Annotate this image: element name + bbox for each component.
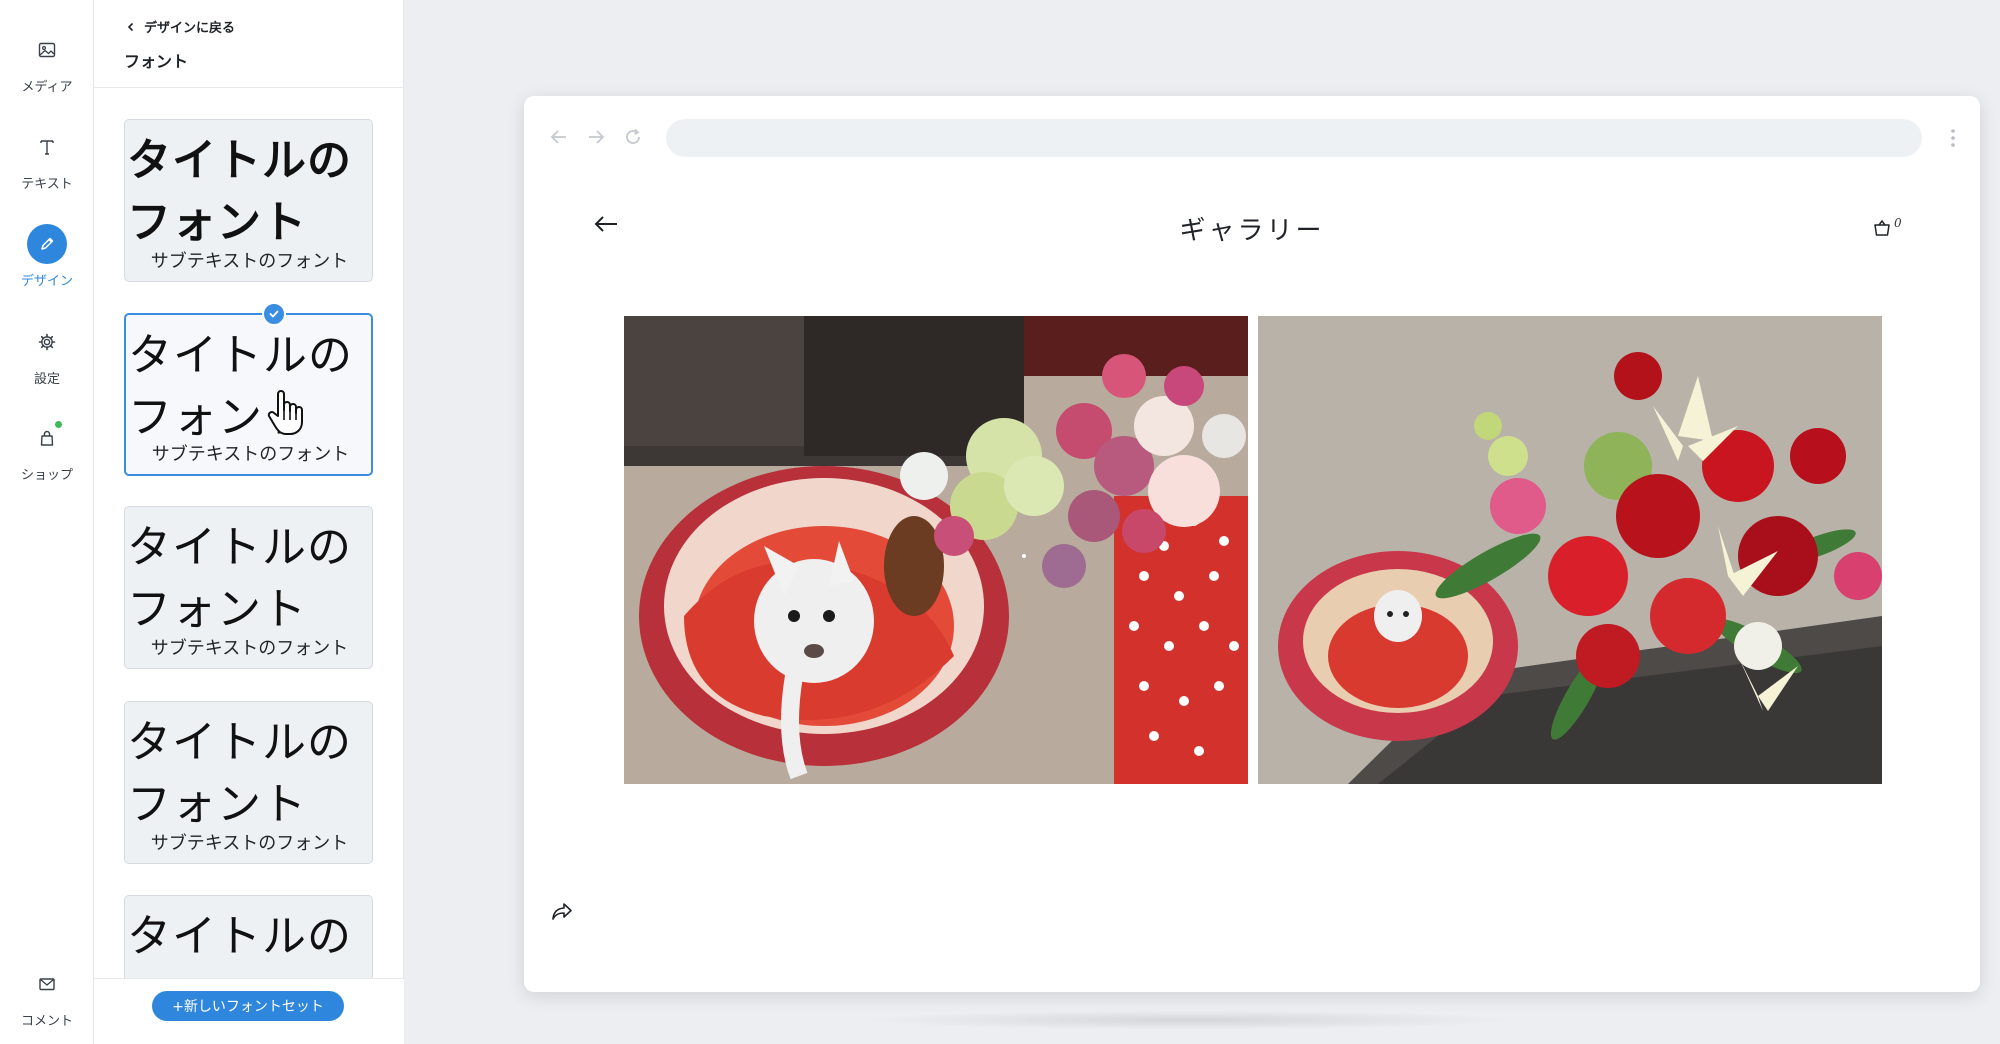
browser-toolbar — [524, 116, 1980, 160]
image-icon — [27, 30, 67, 70]
text-icon — [27, 127, 67, 167]
gallery-title: ギャラリー — [1179, 216, 1325, 246]
browser-reload-button[interactable] — [622, 126, 644, 148]
font-card-subtitle: サブテキストのフォント — [150, 251, 349, 272]
mail-icon — [27, 964, 67, 1004]
font-set-card-selected[interactable]: タイトルのフォント サブテキストのフォント — [124, 313, 373, 476]
rail-label-media: メディア — [21, 80, 73, 95]
font-card-subtitle: サブテキストのフォント — [151, 444, 350, 465]
gallery-image-flower-bouquet[interactable] — [1258, 316, 1882, 784]
reload-icon — [626, 128, 640, 144]
rail-label-text: テキスト — [21, 177, 73, 192]
font-card-title: タイトルのフォント — [127, 135, 352, 248]
more-menu-icon[interactable] — [1948, 126, 1958, 150]
back-to-design-link[interactable]: デザインに戻る — [126, 17, 235, 36]
rail-label-settings: 設定 — [33, 372, 60, 387]
gear-icon — [27, 322, 67, 362]
icon-rail: メディア テキスト デザイン 設定 ショップ コメント — [0, 0, 94, 1044]
chevron-left-icon — [127, 22, 134, 31]
arrow-left-icon — [550, 130, 566, 144]
rail-item-settings[interactable]: 設定 — [0, 322, 94, 387]
font-set-list[interactable]: タイトルのフォント サブテキストのフォント タイトルのフォント サブテキストのフ… — [94, 88, 404, 978]
arrow-right-icon — [589, 130, 605, 144]
new-font-set-button[interactable]: +新しいフォントセット — [152, 991, 344, 1021]
shop-notification-dot — [54, 420, 63, 429]
browser-forward-button[interactable] — [585, 126, 607, 148]
share-icon[interactable] — [550, 900, 574, 922]
panel-footer: +新しいフォントセット — [94, 978, 404, 1044]
font-set-card[interactable]: タイトルのフォント — [124, 895, 373, 978]
cart-button[interactable]: 0 — [1872, 216, 1912, 240]
rail-label-shop: ショップ — [20, 468, 73, 483]
bag-icon — [27, 418, 67, 458]
font-set-card[interactable]: タイトルのフォント サブテキストのフォント — [124, 506, 373, 669]
selected-check-icon — [262, 302, 286, 326]
font-card-subtitle: サブテキストのフォント — [150, 638, 349, 659]
back-label: デザインに戻る — [144, 21, 236, 36]
font-panel: デザインに戻る フォント タイトルのフォント サブテキストのフォント タイトルの… — [94, 0, 404, 1044]
font-set-card[interactable]: タイトルのフォント サブテキストのフォント — [124, 119, 373, 282]
rail-item-media[interactable]: メディア — [0, 30, 94, 95]
browser-back-button[interactable] — [548, 126, 570, 148]
rail-item-design[interactable]: デザイン — [0, 224, 94, 289]
font-card-title: タイトルのフォント — [127, 522, 352, 635]
pen-icon — [27, 224, 67, 264]
font-card-title: タイトルのフォント — [127, 911, 352, 978]
panel-title: フォント — [124, 52, 189, 71]
rail-item-text[interactable]: テキスト — [0, 127, 94, 192]
rail-label-design: デザイン — [20, 274, 73, 289]
rail-label-comment: コメント — [20, 1014, 73, 1029]
font-set-card[interactable]: タイトルのフォント サブテキストのフォント — [124, 701, 373, 864]
rail-item-comment[interactable]: コメント — [0, 964, 94, 1029]
url-bar[interactable] — [666, 119, 1922, 157]
panel-header: デザインに戻る フォント — [94, 0, 403, 88]
rail-item-shop[interactable]: ショップ — [0, 418, 94, 483]
cart-count: 0 — [1894, 216, 1902, 230]
cart-icon — [1874, 219, 1890, 236]
font-card-subtitle: サブテキストのフォント — [150, 833, 349, 854]
site-preview-window: ギャラリー 0 — [524, 96, 1980, 992]
hand-cursor-icon — [267, 390, 303, 435]
gallery-image-dog-with-flowers[interactable] — [624, 316, 1248, 784]
decorative-shadow — [860, 1010, 1520, 1030]
font-card-title: タイトルのフォント — [127, 717, 352, 830]
font-card-title: タイトルのフォント — [128, 330, 353, 443]
